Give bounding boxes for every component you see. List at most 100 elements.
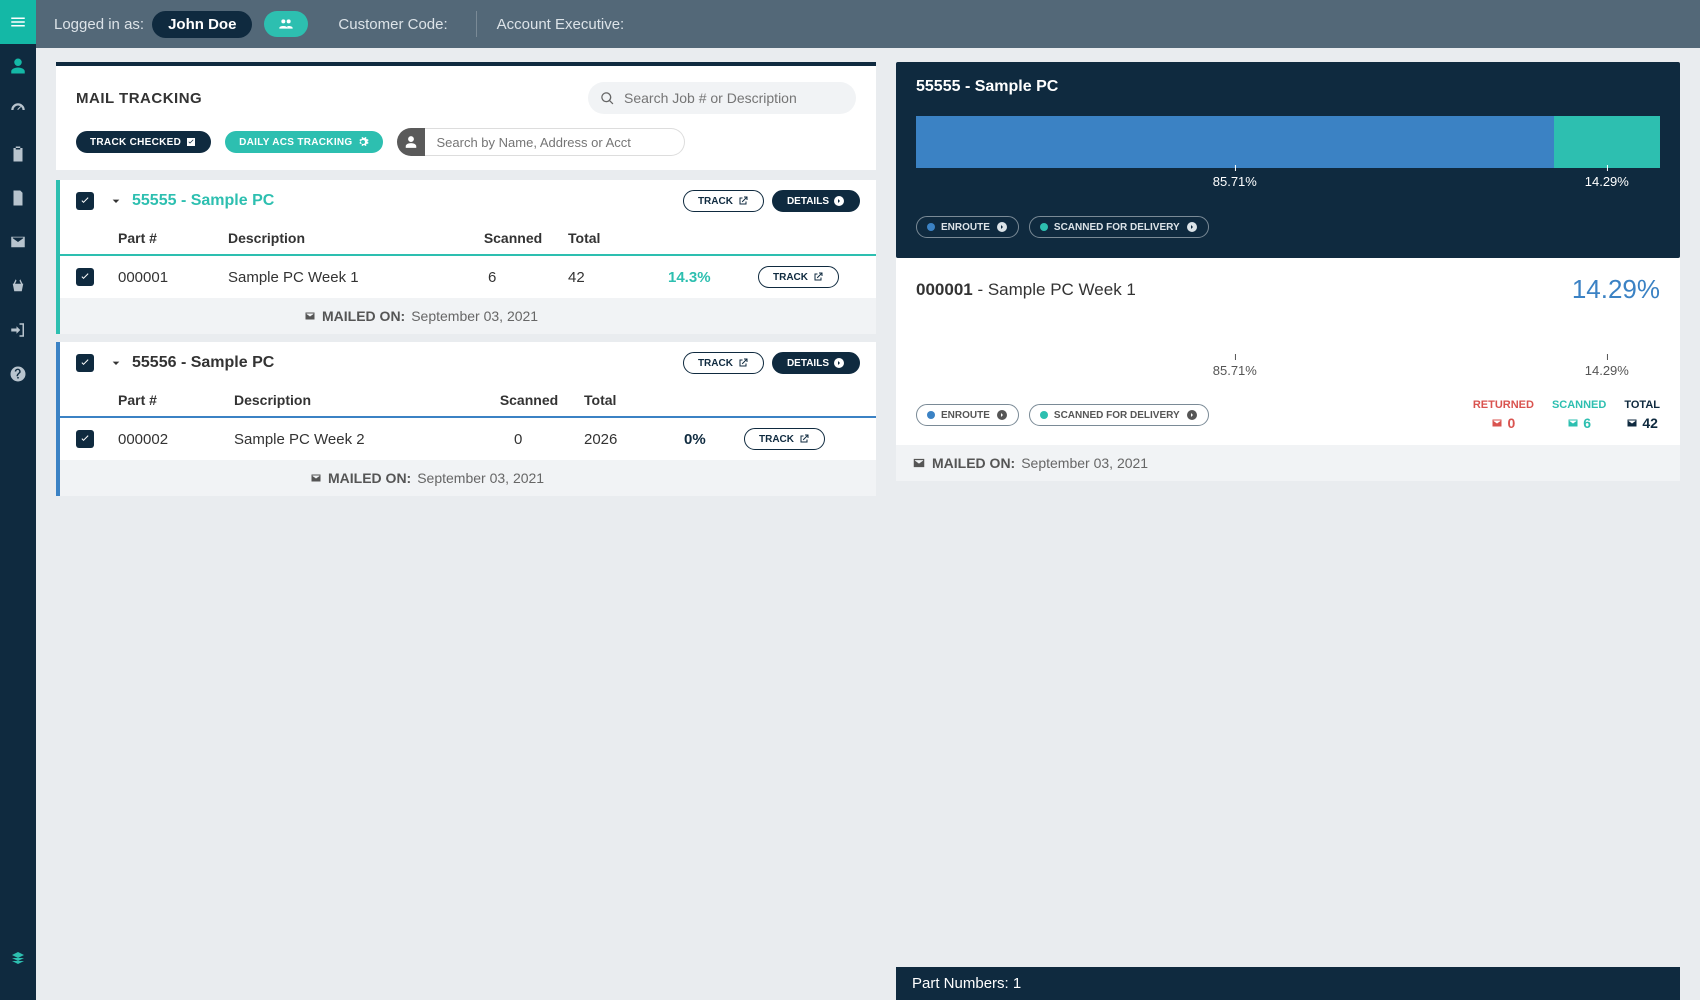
cell-total: 42: [568, 269, 668, 286]
header-desc: Description: [228, 230, 458, 246]
stat-scanned-label: SCANNED: [1552, 399, 1606, 411]
table-row: 000001 Sample PC Week 1 6 42 14.3% TRACK: [60, 256, 876, 298]
legend-enroute[interactable]: ENROUTE: [916, 216, 1019, 238]
row-checkbox[interactable]: [76, 430, 94, 448]
sidebar-mail[interactable]: [0, 220, 36, 264]
legend-scanned[interactable]: SCANNED FOR DELIVERY: [1029, 216, 1209, 238]
cell-part: 000001: [118, 269, 228, 286]
chevron-circle-icon: [996, 409, 1008, 421]
mailed-label: MAILED ON:: [328, 470, 411, 486]
track-checked-button[interactable]: TRACK CHECKED: [76, 131, 211, 153]
tick-enroute: 85.71%: [1213, 174, 1257, 189]
stat-returned-label: RETURNED: [1473, 399, 1534, 411]
track-button[interactable]: TRACK: [683, 190, 764, 212]
part-detail-panel: 000001 - Sample PC Week 1 14.29% 85.71% …: [896, 258, 1680, 481]
details-button[interactable]: DETAILS: [772, 190, 860, 212]
row-track-button[interactable]: TRACK: [744, 428, 825, 450]
sidebar-menu-toggle[interactable]: [0, 0, 36, 44]
progress-enroute: [916, 116, 1554, 168]
part-progress-bar: [916, 327, 1660, 359]
header-part: Part #: [118, 392, 234, 408]
envelope-icon: [304, 310, 316, 322]
search-box: [588, 82, 856, 114]
detail-panel: 55555 - Sample PC 85.71% 14.29% ENROUTE …: [896, 62, 1680, 258]
header-total: Total: [584, 392, 684, 408]
chevron-circle-icon: [1186, 409, 1198, 421]
sidebar-dashboard[interactable]: [0, 88, 36, 132]
stat-total-value: 42: [1626, 415, 1658, 431]
sidebar-logo-icon: [0, 936, 36, 980]
search-name-input[interactable]: [425, 128, 685, 156]
user-name-pill[interactable]: John Doe: [152, 11, 252, 38]
daily-acs-button[interactable]: DAILY ACS TRACKING: [225, 131, 382, 153]
topbar: Logged in as: John Doe Customer Code: Ac…: [36, 0, 1700, 48]
mailed-date: September 03, 2021: [411, 308, 538, 324]
job-checkbox[interactable]: [76, 192, 94, 210]
sidebar-logout[interactable]: [0, 308, 36, 352]
cell-desc: Sample PC Week 2: [234, 431, 474, 448]
mailed-label: MAILED ON:: [322, 308, 405, 324]
mailed-row: MAILED ON: September 03, 2021: [60, 460, 876, 496]
header-scanned: Scanned: [458, 230, 568, 246]
mail-tracking-card: MAIL TRACKING TRACK CHECKED DAILY ACS TR…: [56, 62, 876, 170]
cell-scanned: 6: [458, 269, 568, 286]
sub-tick-scanned: 14.29%: [1585, 363, 1629, 378]
legend-enroute[interactable]: ENROUTE: [916, 404, 1019, 426]
tick-scanned: 14.29%: [1585, 174, 1629, 189]
stat-total-label: TOTAL: [1624, 399, 1660, 411]
sidebar-clipboard[interactable]: [0, 132, 36, 176]
envelope-icon: [1491, 417, 1503, 429]
stat-returned-value: 0: [1491, 415, 1515, 431]
sidebar-help[interactable]: [0, 352, 36, 396]
job-checkbox[interactable]: [76, 354, 94, 372]
legend-scanned[interactable]: SCANNED FOR DELIVERY: [1029, 404, 1209, 426]
logged-in-label: Logged in as:: [54, 16, 144, 33]
card-title: MAIL TRACKING: [76, 90, 202, 107]
sub-mailed-label: MAILED ON:: [932, 455, 1015, 471]
track-button[interactable]: TRACK: [683, 352, 764, 374]
sidebar: [0, 0, 36, 1000]
cell-scanned: 0: [474, 431, 584, 448]
cell-part: 000002: [118, 431, 234, 448]
cell-desc: Sample PC Week 1: [228, 269, 458, 286]
chevron-circle-icon: [996, 221, 1008, 233]
header-desc: Description: [234, 392, 474, 408]
chevron-down-icon[interactable]: [108, 355, 124, 371]
summary-progress-bar: [916, 116, 1660, 168]
external-link-icon: [798, 433, 810, 445]
chevron-down-icon[interactable]: [108, 193, 124, 209]
external-link-icon: [737, 357, 749, 369]
stat-scanned-value: 6: [1567, 415, 1591, 431]
job-card: 55555 - Sample PC TRACK DETAILS Part # D…: [56, 180, 876, 334]
sub-title: 000001 - Sample PC Week 1: [916, 280, 1136, 300]
search-job-input[interactable]: [588, 82, 856, 114]
chevron-circle-icon: [1186, 221, 1198, 233]
chevron-right-icon: [833, 357, 845, 369]
details-button[interactable]: DETAILS: [772, 352, 860, 374]
topbar-divider: [476, 11, 477, 37]
header-scanned: Scanned: [474, 392, 584, 408]
person-icon-box: [397, 128, 425, 156]
group-pill[interactable]: [264, 11, 308, 37]
sidebar-document[interactable]: [0, 176, 36, 220]
sidebar-basket[interactable]: [0, 264, 36, 308]
mailed-row: MAILED ON: September 03, 2021: [60, 298, 876, 334]
sub-mailed-row: MAILED ON: September 03, 2021: [896, 445, 1680, 481]
footer-bar: Part Numbers: 1: [896, 967, 1680, 1000]
envelope-icon: [1626, 417, 1638, 429]
header-total: Total: [568, 230, 668, 246]
job-title[interactable]: 55556 - Sample PC: [132, 354, 683, 372]
cell-pct: 0%: [684, 431, 744, 448]
progress-scanned: [1554, 116, 1660, 168]
sub-mailed-date: September 03, 2021: [1021, 455, 1148, 471]
header-part: Part #: [118, 230, 228, 246]
envelope-icon: [912, 456, 926, 470]
row-checkbox[interactable]: [76, 268, 94, 286]
envelope-icon: [310, 472, 322, 484]
detail-title: 55555 - Sample PC: [916, 78, 1660, 96]
row-track-button[interactable]: TRACK: [758, 266, 839, 288]
job-title[interactable]: 55555 - Sample PC: [132, 192, 683, 210]
chevron-right-icon: [833, 195, 845, 207]
table-row: 000002 Sample PC Week 2 0 2026 0% TRACK: [60, 418, 876, 460]
sidebar-profile[interactable]: [0, 44, 36, 88]
